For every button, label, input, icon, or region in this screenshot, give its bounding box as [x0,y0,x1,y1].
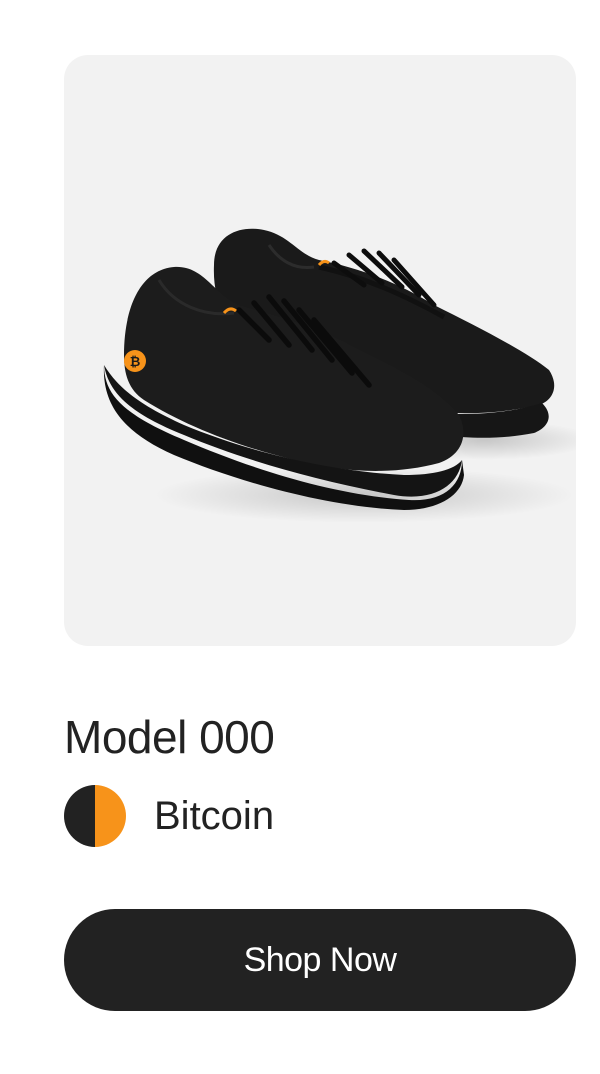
shop-now-button[interactable]: Shop Now [64,909,576,1011]
bitcoin-logo-icon: ₿ [124,350,146,372]
sneaker-pair-image: ₿ [103,228,576,523]
swatch-dark-half [64,785,95,847]
color-label: Bitcoin [154,794,275,838]
product-title: Model 000 [64,711,275,763]
product-image-card[interactable]: ₿ [64,55,576,646]
svg-text:₿: ₿ [130,355,141,370]
color-swatch[interactable] [64,785,126,847]
swatch-orange-half [95,785,126,847]
color-option[interactable]: Bitcoin [64,785,274,847]
